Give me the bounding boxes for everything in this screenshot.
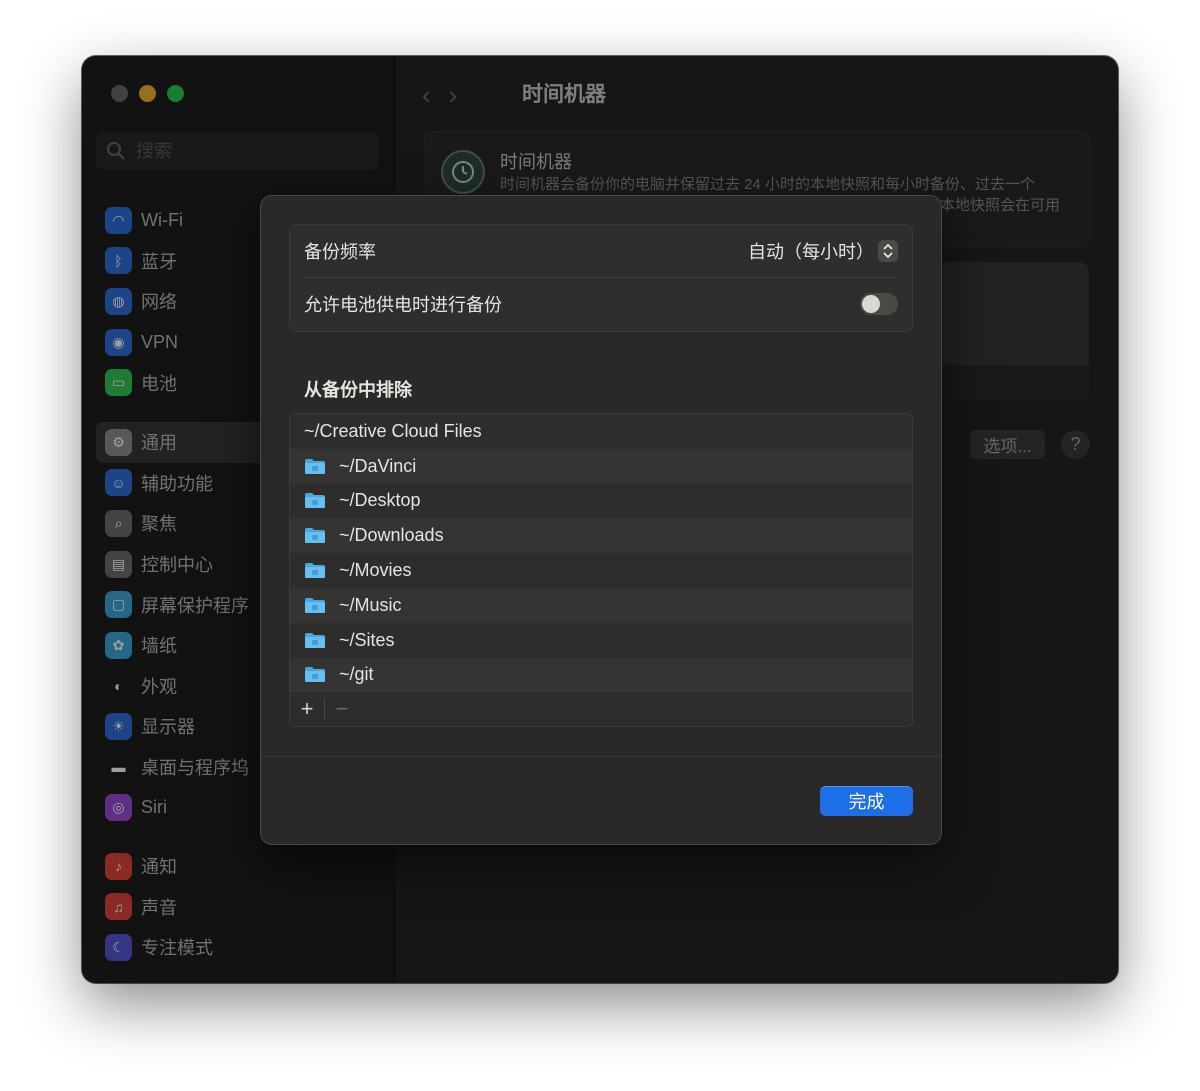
list-item[interactable]: ~/DaVinci xyxy=(290,448,912,484)
list-item[interactable]: ~/Downloads xyxy=(290,518,912,554)
divider xyxy=(261,756,941,757)
excluded-path: ~/Sites xyxy=(339,629,395,650)
backup-settings-group: 备份频率 自动（每小时） 允许电池供电时进行备份 xyxy=(289,224,913,332)
list-item[interactable]: ~/git xyxy=(290,657,912,693)
frequency-select[interactable]: 自动（每小时） xyxy=(748,238,898,264)
music-folder-icon xyxy=(304,597,326,614)
list-item[interactable]: ~/Movies xyxy=(290,553,912,588)
sites-folder-icon xyxy=(304,632,326,649)
battery-toggle[interactable] xyxy=(860,293,898,315)
add-button[interactable]: + xyxy=(290,698,325,720)
frequency-row: 备份频率 自动（每小时） xyxy=(304,225,898,278)
excluded-path: ~/Movies xyxy=(339,560,412,581)
excluded-list: ~/Creative Cloud Files ~/DaVinci ~/Desktop… xyxy=(289,413,913,727)
list-item[interactable]: ~/Sites xyxy=(290,623,912,658)
excluded-path: ~/Desktop xyxy=(339,490,421,511)
list-item[interactable]: ~/Music xyxy=(290,587,912,623)
excluded-path: ~/DaVinci xyxy=(339,455,417,476)
exclude-title: 从备份中排除 xyxy=(304,380,412,400)
excluded-path: ~/git xyxy=(339,664,374,685)
downloads-folder-icon xyxy=(304,527,326,544)
movies-folder-icon xyxy=(304,562,326,579)
battery-label: 允许电池供电时进行备份 xyxy=(304,295,502,315)
options-sheet: 备份频率 自动（每小时） 允许电池供电时进行备份 从备份中排除 ~/Creati… xyxy=(260,195,942,845)
list-item[interactable]: ~/Desktop xyxy=(290,484,912,519)
excluded-path: ~/Creative Cloud Files xyxy=(304,420,482,441)
excluded-path: ~/Downloads xyxy=(339,525,444,546)
done-button[interactable]: 完成 xyxy=(820,786,913,816)
updown-chevron-icon xyxy=(878,240,898,262)
list-item[interactable]: ~/Creative Cloud Files xyxy=(290,414,912,449)
git-folder-icon xyxy=(304,666,326,683)
battery-row: 允许电池供电时进行备份 xyxy=(304,278,898,330)
frequency-value: 自动（每小时） xyxy=(748,242,874,262)
frequency-label: 备份频率 xyxy=(304,242,376,262)
remove-button[interactable]: − xyxy=(325,696,359,722)
desktop-folder-icon xyxy=(304,492,326,509)
excluded-path: ~/Music xyxy=(339,594,402,615)
list-footer: + − xyxy=(290,691,912,726)
folder-icon xyxy=(304,458,326,475)
